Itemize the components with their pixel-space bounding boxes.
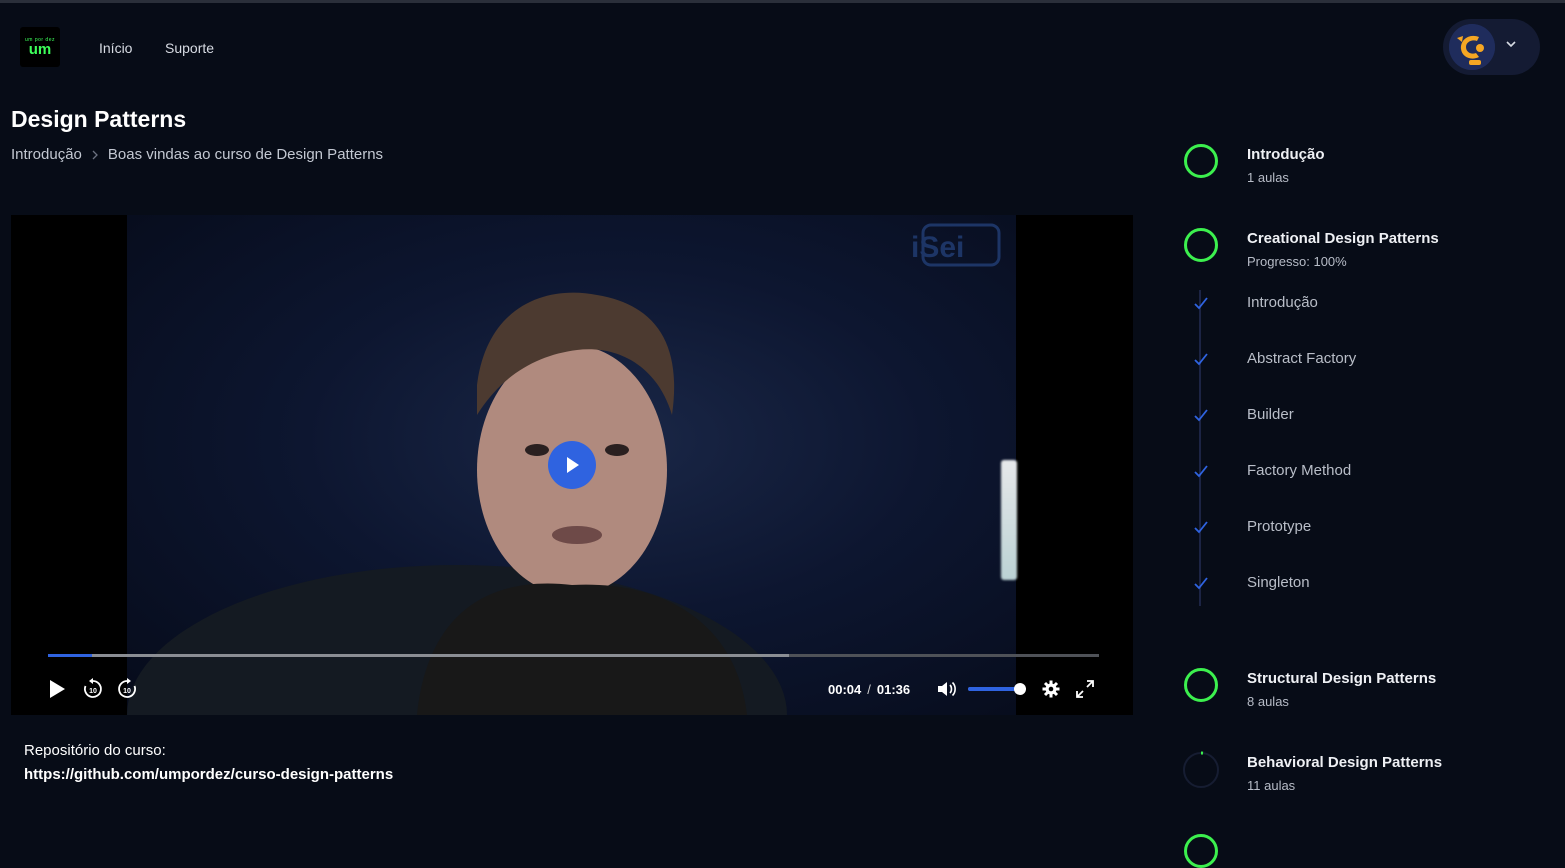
lesson-item-builder[interactable]: Builder: [1247, 406, 1294, 423]
module-progress: Progresso: 100%: [1247, 254, 1347, 269]
rewind-10-button[interactable]: 10: [82, 678, 104, 700]
duration: 01:36: [876, 682, 911, 697]
lesson-item-abstract-factory[interactable]: Abstract Factory: [1247, 350, 1356, 367]
page-title: Design Patterns: [11, 106, 187, 132]
module-status-complete[interactable]: [1184, 834, 1218, 868]
avatar: [1449, 24, 1495, 70]
nav-suporte[interactable]: Suporte: [165, 40, 214, 56]
check-icon: [1193, 519, 1209, 535]
seek-bar[interactable]: [48, 654, 1099, 657]
check-icon: [1193, 463, 1209, 479]
check-icon: [1193, 351, 1209, 367]
play-icon: [50, 680, 65, 698]
seek-played: [48, 654, 92, 657]
time-separator: /: [867, 682, 871, 697]
repo-link[interactable]: https://github.com/umpordez/curso-design…: [24, 766, 393, 783]
breadcrumb-section[interactable]: Introdução: [11, 146, 82, 163]
module-subtitle: 11 aulas: [1247, 778, 1296, 793]
repo-label: Repositório do curso:: [24, 742, 166, 759]
forward-10-button[interactable]: 10: [116, 678, 138, 700]
module-status-complete[interactable]: [1184, 228, 1218, 262]
chevron-down-icon: [1505, 37, 1517, 55]
mute-button[interactable]: [936, 678, 958, 700]
seek-buffered: [48, 654, 789, 657]
check-icon: [1193, 295, 1209, 311]
user-menu-button[interactable]: [1443, 19, 1540, 75]
module-subtitle: 8 aulas: [1247, 694, 1289, 709]
lesson-item-prototype[interactable]: Prototype: [1247, 518, 1311, 535]
background-light: [1001, 460, 1017, 580]
module-title-creational[interactable]: Creational Design Patterns: [1247, 230, 1439, 247]
module-subtitle: 1 aulas: [1247, 170, 1289, 185]
fullscreen-button[interactable]: [1074, 678, 1096, 700]
current-time: 00:04: [828, 682, 862, 697]
volume-icon: [938, 681, 956, 697]
lesson-item-introducao[interactable]: Introdução: [1247, 294, 1318, 311]
check-icon: [1193, 575, 1209, 591]
lesson-timeline: [1199, 290, 1201, 606]
avatar-icon: [1449, 24, 1495, 70]
rewind-10-icon: 10: [84, 678, 102, 698]
module-status-complete[interactable]: [1184, 144, 1218, 178]
site-logo[interactable]: um por dez um: [20, 27, 60, 67]
breadcrumb: Introdução Boas vindas ao curso de Desig…: [11, 146, 383, 163]
logo-text: um: [28, 41, 52, 58]
time-display: 00:04 / 01:36: [828, 682, 910, 697]
module-title-structural[interactable]: Structural Design Patterns: [1247, 670, 1436, 687]
play-button[interactable]: [46, 678, 68, 700]
svg-text:10: 10: [123, 688, 131, 695]
fullscreen-icon: [1076, 680, 1094, 698]
module-title-introducao[interactable]: Introdução: [1247, 146, 1325, 163]
forward-10-icon: 10: [118, 678, 136, 698]
volume-fill: [968, 687, 1020, 691]
volume-handle[interactable]: [1014, 683, 1026, 695]
svg-text:10: 10: [89, 688, 97, 695]
check-icon: [1193, 407, 1209, 423]
settings-button[interactable]: [1040, 678, 1062, 700]
video-player[interactable]: iSei 10 10 00:04 / 01:36: [11, 215, 1133, 715]
watermark-logo: iSei: [909, 223, 1001, 267]
module-status-in-progress[interactable]: [1182, 751, 1220, 789]
volume-slider[interactable]: [968, 683, 1026, 695]
lesson-item-singleton[interactable]: Singleton: [1247, 574, 1310, 591]
chevron-right-icon: [91, 150, 99, 160]
module-title-behavioral[interactable]: Behavioral Design Patterns: [1247, 754, 1442, 771]
breadcrumb-current: Boas vindas ao curso de Design Patterns: [107, 146, 384, 163]
lesson-item-factory-method[interactable]: Factory Method: [1247, 462, 1351, 479]
module-status-complete[interactable]: [1184, 668, 1218, 702]
big-play-button[interactable]: [548, 441, 596, 489]
play-icon: [567, 457, 579, 473]
window-top-border: [0, 0, 1565, 3]
gear-icon: [1042, 680, 1060, 698]
nav-inicio[interactable]: Início: [99, 40, 132, 56]
svg-text:iSei: iSei: [911, 231, 964, 264]
